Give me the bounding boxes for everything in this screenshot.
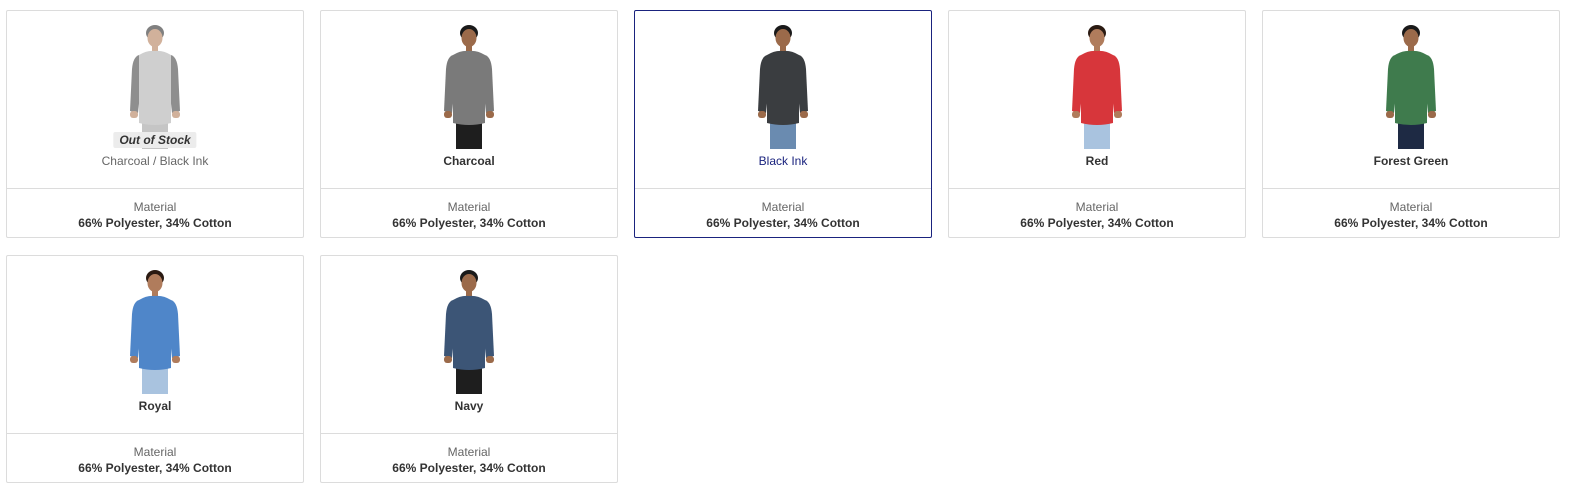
material-info: Material 66% Polyester, 34% Cotton bbox=[7, 433, 303, 482]
material-info: Material 66% Polyester, 34% Cotton bbox=[1263, 188, 1559, 237]
color-swatch-card[interactable]: Navy Material 66% Polyester, 34% Cotton bbox=[320, 255, 618, 483]
material-info: Material 66% Polyester, 34% Cotton bbox=[321, 188, 617, 237]
material-value: 66% Polyester, 34% Cotton bbox=[78, 461, 232, 475]
material-label: Material bbox=[133, 445, 177, 459]
color-name: Navy bbox=[454, 399, 484, 413]
material-label: Material bbox=[133, 200, 177, 214]
material-info: Material 66% Polyester, 34% Cotton bbox=[949, 188, 1245, 237]
color-swatch-card[interactable]: Black Ink Material 66% Polyester, 34% Co… bbox=[634, 10, 932, 238]
model-photo bbox=[1072, 25, 1122, 149]
swatch-image-area: Charcoal bbox=[321, 11, 617, 189]
model-figure bbox=[130, 25, 180, 149]
swatch-image-area: Out of Stock Charcoal / Black Ink bbox=[7, 11, 303, 189]
material-value: 66% Polyester, 34% Cotton bbox=[1020, 216, 1174, 230]
swatch-image-area: Black Ink bbox=[635, 11, 931, 189]
color-swatch-card[interactable]: Forest Green Material 66% Polyester, 34%… bbox=[1262, 10, 1560, 238]
swatch-image-area: Red bbox=[949, 11, 1245, 189]
material-label: Material bbox=[447, 200, 491, 214]
model-figure bbox=[1072, 25, 1122, 149]
model-figure bbox=[444, 25, 494, 149]
color-name: Red bbox=[1085, 154, 1109, 168]
material-info: Material 66% Polyester, 34% Cotton bbox=[321, 433, 617, 482]
model-figure bbox=[758, 25, 808, 149]
material-value: 66% Polyester, 34% Cotton bbox=[706, 216, 860, 230]
color-swatch-card[interactable]: Charcoal Material 66% Polyester, 34% Cot… bbox=[320, 10, 618, 238]
swatch-image-area: Royal bbox=[7, 256, 303, 434]
swatch-image-area: Navy bbox=[321, 256, 617, 434]
color-swatch-grid: Out of Stock Charcoal / Black Ink Materi… bbox=[0, 0, 1570, 499]
material-label: Material bbox=[761, 200, 805, 214]
material-label: Material bbox=[447, 445, 491, 459]
color-name: Royal bbox=[138, 399, 172, 413]
out-of-stock-badge: Out of Stock bbox=[113, 132, 197, 148]
material-value: 66% Polyester, 34% Cotton bbox=[392, 216, 546, 230]
model-photo bbox=[758, 25, 808, 149]
swatch-image-area: Forest Green bbox=[1263, 11, 1559, 189]
color-swatch-card[interactable]: Red Material 66% Polyester, 34% Cotton bbox=[948, 10, 1246, 238]
material-label: Material bbox=[1389, 200, 1433, 214]
material-info: Material 66% Polyester, 34% Cotton bbox=[635, 188, 931, 237]
model-photo bbox=[444, 270, 494, 394]
model-photo bbox=[1386, 25, 1436, 149]
model-photo bbox=[130, 270, 180, 394]
color-name: Charcoal bbox=[443, 154, 495, 168]
color-swatch-card[interactable]: Out of Stock Charcoal / Black Ink Materi… bbox=[6, 10, 304, 238]
color-name: Black Ink bbox=[758, 154, 808, 168]
color-name: Charcoal / Black Ink bbox=[101, 154, 209, 168]
material-value: 66% Polyester, 34% Cotton bbox=[1334, 216, 1488, 230]
color-name: Forest Green bbox=[1373, 154, 1449, 168]
material-info: Material 66% Polyester, 34% Cotton bbox=[7, 188, 303, 237]
model-figure bbox=[1386, 25, 1436, 149]
material-value: 66% Polyester, 34% Cotton bbox=[78, 216, 232, 230]
material-label: Material bbox=[1075, 200, 1119, 214]
model-figure bbox=[130, 270, 180, 394]
material-value: 66% Polyester, 34% Cotton bbox=[392, 461, 546, 475]
color-swatch-card[interactable]: Royal Material 66% Polyester, 34% Cotton bbox=[6, 255, 304, 483]
model-photo bbox=[130, 25, 180, 149]
model-figure bbox=[444, 270, 494, 394]
model-photo bbox=[444, 25, 494, 149]
